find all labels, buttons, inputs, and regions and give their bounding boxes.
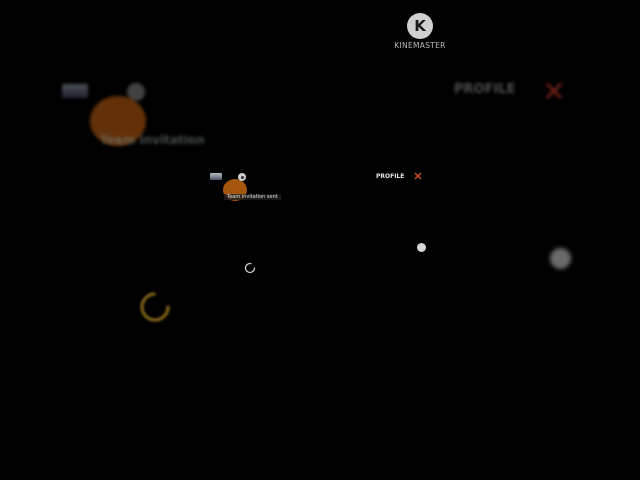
background-rank-badge-icon [62, 84, 88, 98]
indicator-dot [417, 243, 426, 252]
blurred-loading-spinner-icon [140, 292, 170, 322]
invitation-toast: Team invitation sent [224, 194, 281, 200]
watermark-logo-letter: K [414, 17, 426, 35]
rank-badge-icon[interactable] [210, 173, 222, 180]
background-close-icon: ✕ [542, 76, 566, 107]
loading-spinner-icon [244, 262, 256, 274]
close-icon[interactable]: ✕ [412, 171, 424, 183]
background-invite-text: Team invitation [100, 133, 205, 147]
watermark-text: KINEMASTER [394, 41, 446, 50]
settings-icon[interactable] [238, 173, 246, 181]
kinemaster-logo-icon: K [407, 13, 433, 39]
blurred-indicator-dot [550, 248, 571, 269]
background-profile-label: PROFILE [454, 82, 516, 97]
profile-button[interactable]: PROFILE [376, 173, 404, 180]
